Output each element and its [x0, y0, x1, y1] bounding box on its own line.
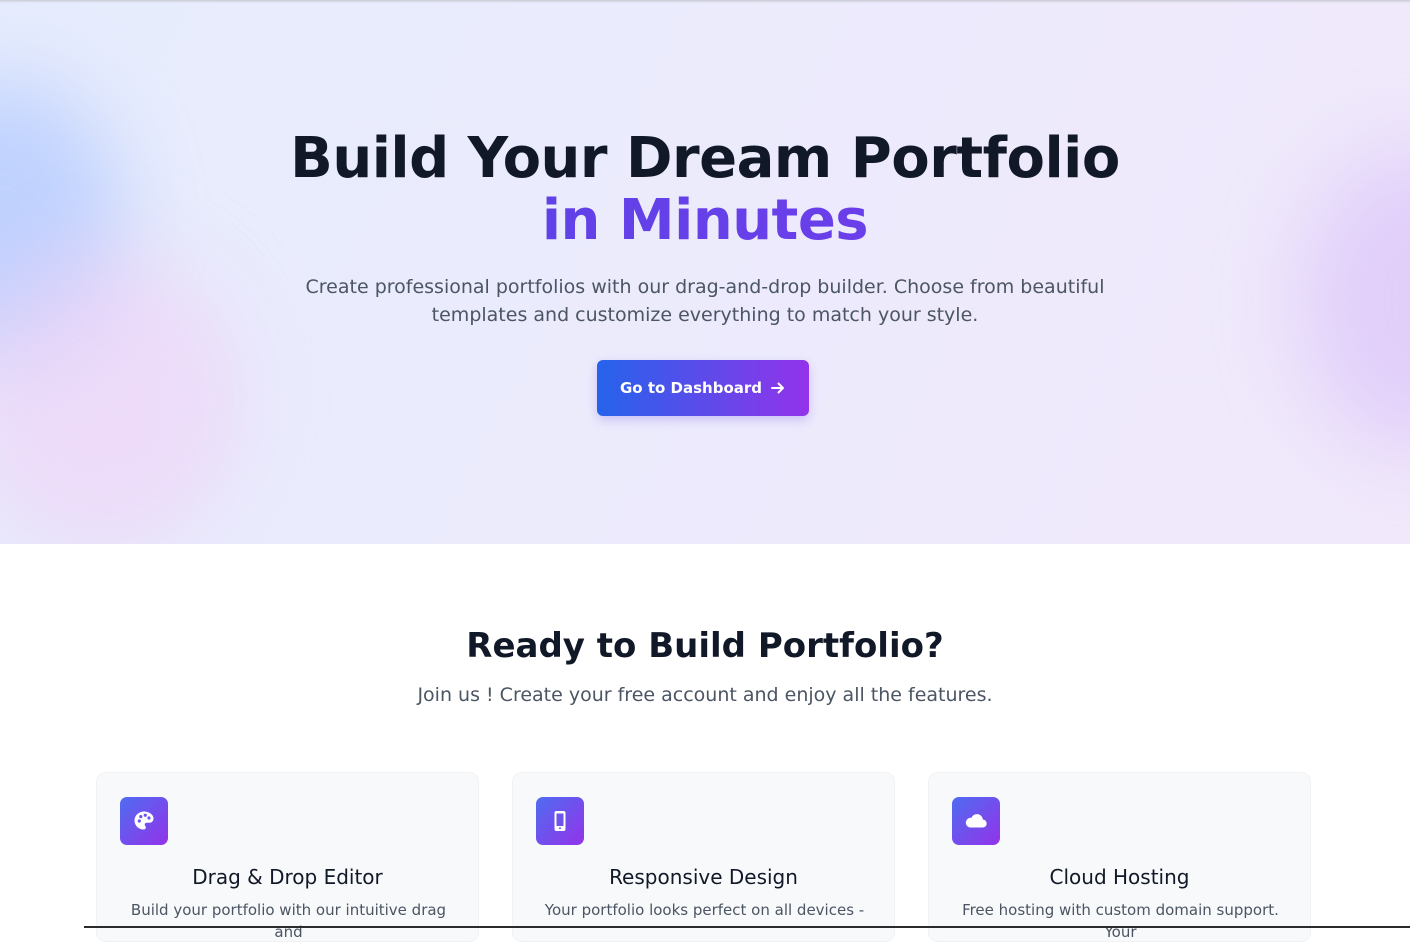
section-title: Ready to Build Portfolio?	[466, 626, 944, 666]
feature-card-responsive: Responsive Design Your portfolio looks p…	[512, 772, 895, 942]
hero-title-line1: Build Your Dream Portfolio	[290, 126, 1120, 191]
palette-icon	[120, 797, 168, 845]
feature-card-title: Drag & Drop Editor	[192, 865, 383, 889]
feature-card-title: Cloud Hosting	[1049, 865, 1190, 889]
feature-card-description: Build your portfolio with our intuitive …	[130, 901, 447, 941]
feature-card-drag-drop: Drag & Drop Editor Build your portfolio …	[96, 772, 479, 942]
feature-card-cloud-hosting: Cloud Hosting Free hosting with custom d…	[928, 772, 1311, 942]
decorative-blob	[0, 250, 240, 544]
cta-label: Go to Dashboard	[619, 379, 763, 397]
go-to-dashboard-button[interactable]: Go to Dashboard	[597, 360, 809, 416]
section-subtitle: Join us ! Create your free account and e…	[417, 684, 993, 706]
arrow-right-icon	[771, 382, 785, 394]
mobile-icon	[536, 797, 584, 845]
cloud-icon	[952, 797, 1000, 845]
hero-subtitle: Create professional portfolios with our …	[305, 276, 1105, 326]
hero-title-accent: in Minutes	[0, 190, 1410, 252]
hero-section: Build Your Dream Portfolio in Minutes Cr…	[0, 0, 1410, 544]
feature-card-description: Free hosting with custom domain support.…	[962, 901, 1279, 941]
feature-card-title: Responsive Design	[609, 865, 798, 889]
feature-card-description: Your portfolio looks perfect on all devi…	[544, 901, 865, 919]
top-shadow	[0, 0, 1410, 3]
hero-title: Build Your Dream Portfolio in Minutes	[0, 128, 1410, 252]
